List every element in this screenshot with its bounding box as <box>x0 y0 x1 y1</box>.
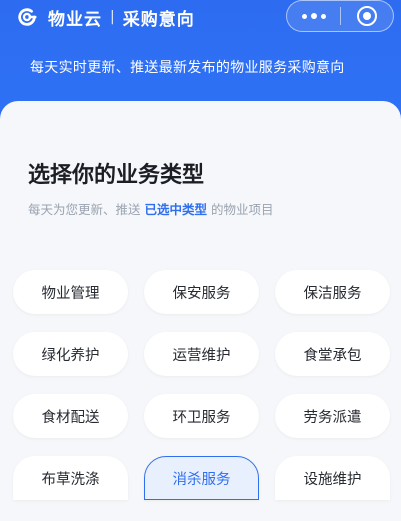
subtitle-suffix: 的物业项目 <box>211 202 274 217</box>
subtitle-prefix: 每天为您更新、推送 <box>28 202 141 217</box>
brand-separator: | <box>110 9 115 25</box>
type-chip[interactable]: 食材配送 <box>13 394 128 438</box>
target-close-icon[interactable] <box>341 1 393 31</box>
page-title: 选择你的业务类型 <box>28 163 205 188</box>
type-chip-selected[interactable]: 消杀服务 <box>144 456 259 500</box>
section-name: 采购意向 <box>122 9 195 30</box>
type-chip[interactable]: 运营维护 <box>144 332 259 376</box>
cloud-logo-icon <box>18 8 37 26</box>
miniprogram-capsule <box>286 0 394 32</box>
type-chip[interactable]: 绿化养护 <box>13 332 128 376</box>
type-chip[interactable]: 物业管理 <box>13 270 128 314</box>
type-chip[interactable]: 环卫服务 <box>144 394 259 438</box>
type-chip[interactable]: 布草洗涤 <box>13 456 128 500</box>
subtitle-highlight: 已选中类型 <box>144 202 208 217</box>
type-chip[interactable]: 保安服务 <box>144 270 259 314</box>
page-subtitle: 每天为您更新、推送 已选中类型 的物业项目 <box>28 199 274 218</box>
brand: 物业云 | 采购意向 <box>16 5 195 30</box>
app-name: 物业云 <box>48 9 102 30</box>
type-chip[interactable]: 劳务派遣 <box>275 394 390 438</box>
header-description: 每天实时更新、推送最新发布的物业服务采购意向 <box>30 60 345 76</box>
more-dots-icon[interactable] <box>287 1 340 31</box>
type-chip[interactable]: 设施维护 <box>275 456 390 500</box>
type-chip[interactable]: 保洁服务 <box>275 270 390 314</box>
type-chip[interactable]: 食堂承包 <box>275 332 390 376</box>
